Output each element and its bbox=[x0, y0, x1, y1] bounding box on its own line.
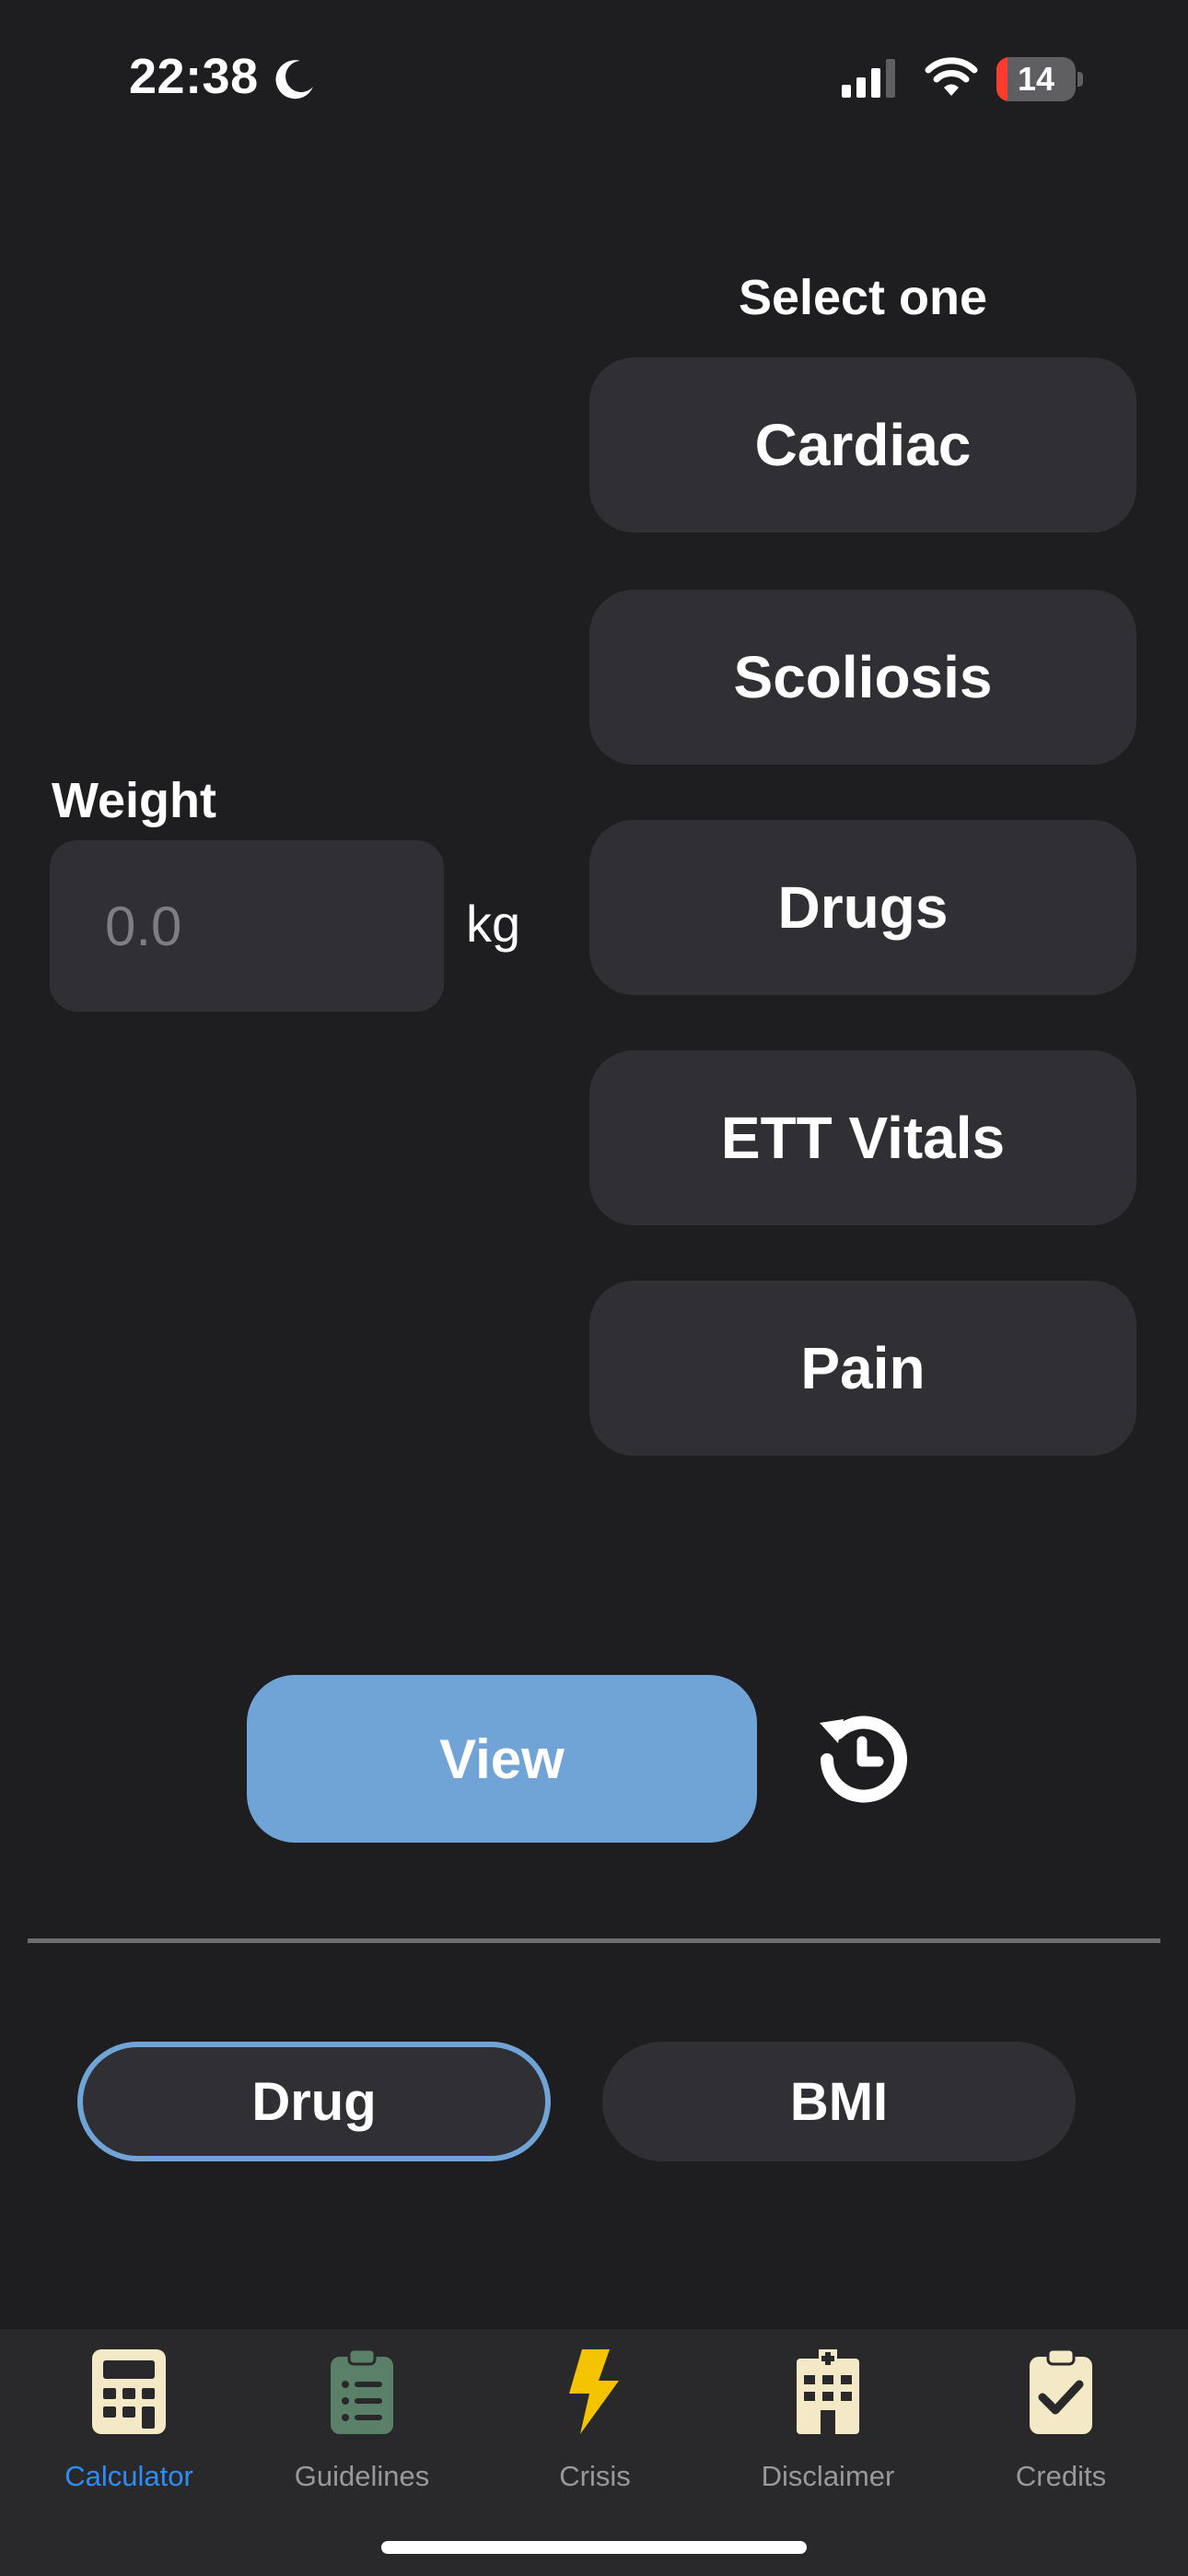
home-indicator bbox=[381, 2541, 807, 2554]
divider bbox=[28, 1938, 1160, 1943]
drugs-button[interactable]: Drugs bbox=[589, 820, 1136, 995]
tab-calculator[interactable]: Calculator bbox=[10, 2329, 248, 2532]
weight-unit: kg bbox=[466, 895, 521, 953]
tab-bar: Calculator Guidelines Crisis Disclaimer bbox=[0, 2329, 1188, 2576]
view-button[interactable]: View bbox=[247, 1675, 757, 1843]
tab-credits-label: Credits bbox=[1015, 2460, 1107, 2492]
scoliosis-button[interactable]: Scoliosis bbox=[589, 590, 1136, 765]
weight-input[interactable] bbox=[50, 840, 444, 1012]
clipboard-check-icon bbox=[1030, 2349, 1092, 2434]
hospital-icon bbox=[797, 2349, 859, 2434]
calculator-icon bbox=[92, 2349, 166, 2434]
drug-mode-button[interactable]: Drug bbox=[77, 2042, 551, 2161]
select-one-title: Select one bbox=[738, 270, 988, 325]
moon-icon bbox=[275, 60, 313, 100]
lightning-bolt-icon bbox=[569, 2349, 619, 2434]
tab-crisis-label: Crisis bbox=[559, 2460, 631, 2492]
tab-calculator-label: Calculator bbox=[64, 2460, 193, 2492]
bmi-mode-button[interactable]: BMI bbox=[602, 2042, 1076, 2161]
wifi-icon bbox=[925, 57, 978, 96]
history-icon[interactable] bbox=[807, 1706, 914, 1813]
tab-disclaimer-label: Disclaimer bbox=[761, 2460, 895, 2492]
weight-label: Weight bbox=[52, 773, 216, 828]
tab-guidelines[interactable]: Guidelines bbox=[243, 2329, 481, 2532]
clipboard-list-icon bbox=[331, 2349, 393, 2434]
pain-button[interactable]: Pain bbox=[589, 1281, 1136, 1456]
tab-crisis[interactable]: Crisis bbox=[476, 2329, 714, 2532]
cardiac-button[interactable]: Cardiac bbox=[589, 357, 1136, 533]
battery-level: 14 bbox=[1017, 60, 1055, 98]
cellular-signal-icon bbox=[842, 59, 895, 98]
tab-guidelines-label: Guidelines bbox=[294, 2460, 430, 2492]
ett-vitals-button[interactable]: ETT Vitals bbox=[589, 1050, 1136, 1225]
tab-credits[interactable]: Credits bbox=[942, 2329, 1180, 2532]
battery-indicator: 14 bbox=[996, 57, 1085, 101]
status-time: 22:38 bbox=[129, 49, 259, 104]
tab-disclaimer[interactable]: Disclaimer bbox=[709, 2329, 947, 2532]
